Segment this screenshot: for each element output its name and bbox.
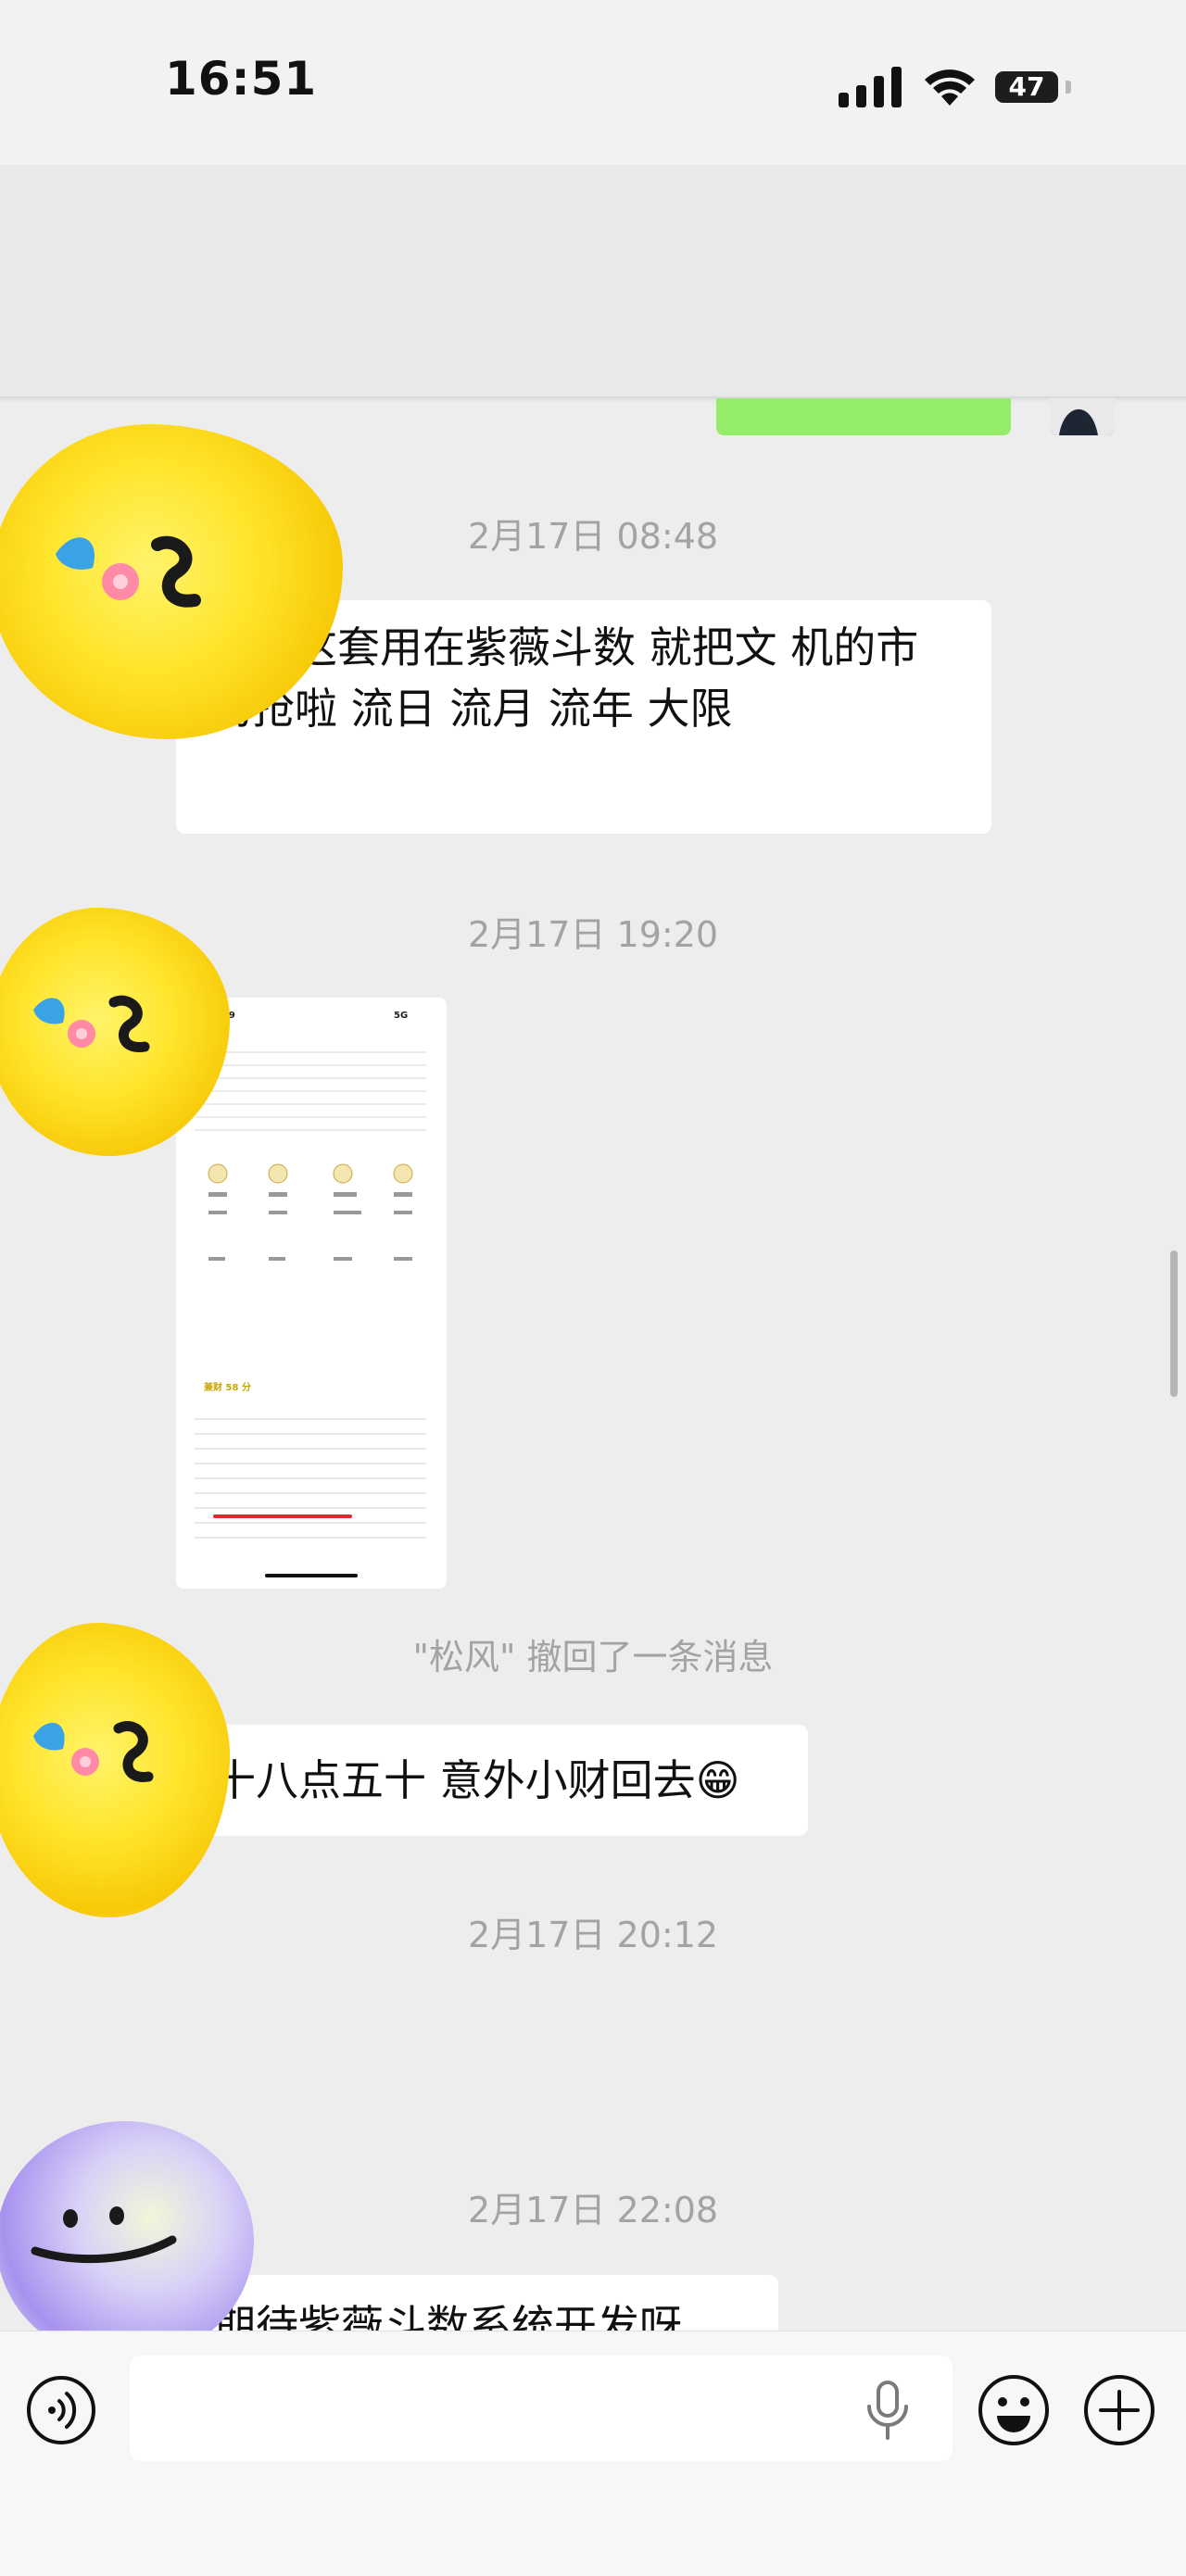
face-icon [33, 1721, 154, 1782]
face-icon [33, 995, 150, 1052]
face-icon [56, 535, 201, 608]
self-avatar[interactable] [1050, 398, 1115, 435]
wifi-icon [925, 69, 975, 106]
microphone-icon[interactable] [864, 2381, 911, 2440]
thumb-icon-grid [195, 1155, 426, 1294]
plus-icon[interactable] [1082, 2373, 1156, 2447]
contact-avatar[interactable] [0, 1623, 230, 1917]
chat-header [0, 165, 1186, 398]
self-avatar[interactable] [0, 2121, 254, 2362]
battery-level: 47 [995, 71, 1058, 103]
voice-mode-icon[interactable] [26, 2375, 96, 2445]
status-time: 16:51 [165, 52, 318, 106]
thumb-score: 兼财 58 分 [204, 1383, 251, 1393]
scrollbar[interactable] [1170, 1250, 1178, 1397]
cellular-signal-icon [839, 67, 902, 107]
previous-message-bubble[interactable] [716, 398, 1011, 435]
battery-icon: 47 [991, 69, 1077, 106]
image-message[interactable]: 19:19 5G 兼财 58 分 [176, 998, 447, 1589]
timestamp: 2月17日 20:12 [467, 1915, 719, 1955]
emoji-icon[interactable] [977, 2373, 1051, 2447]
smile-face-icon [31, 2206, 177, 2264]
message-input[interactable] [130, 2356, 953, 2461]
message-bubble[interactable]: 十八点五十 意外小财回去😁 [185, 1725, 808, 1836]
thumb-status: 5G [394, 1011, 409, 1021]
